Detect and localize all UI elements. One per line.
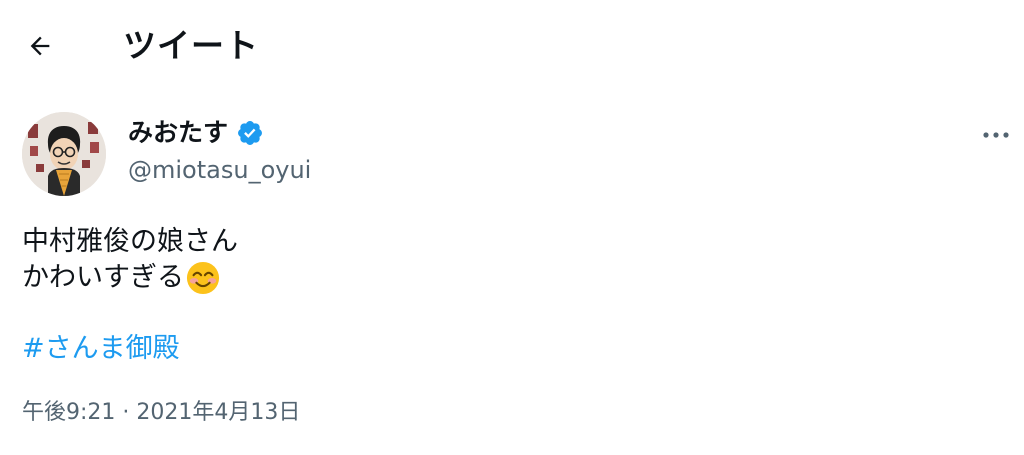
- tweet-date[interactable]: 2021年4月13日: [136, 400, 300, 425]
- tweet-body: 中村雅俊の娘さん かわいすぎる: [22, 224, 238, 296]
- back-button[interactable]: [20, 26, 60, 66]
- more-options-button[interactable]: [976, 118, 1016, 152]
- tweet-header: ツイート: [0, 0, 1024, 90]
- author-display-name[interactable]: みおたす: [128, 115, 228, 151]
- verified-badge-icon: [238, 121, 262, 145]
- hashtag-link[interactable]: #さんま御殿: [22, 330, 180, 368]
- tweet-timestamp: 午後9:21 · 2021年4月13日: [22, 397, 300, 429]
- more-dots-icon: [983, 132, 1009, 138]
- tweet-line: かわいすぎる: [22, 260, 238, 296]
- avatar-illustration: [22, 112, 106, 196]
- tweet-line-text: 中村雅俊の娘さん: [22, 226, 238, 257]
- author-name-row: みおたす: [128, 115, 264, 151]
- smiling-face-emoji: [186, 261, 220, 295]
- page-title: ツイート: [123, 26, 259, 65]
- tweet-line-text: かわいすぎる: [22, 262, 184, 293]
- tweet-time[interactable]: 午後9:21: [22, 400, 115, 425]
- arrow-left-icon: [30, 36, 50, 56]
- tweet-line: 中村雅俊の娘さん: [22, 224, 238, 260]
- avatar[interactable]: [22, 112, 106, 196]
- author-handle[interactable]: @miotasu_oyui: [128, 153, 311, 187]
- timestamp-separator: ·: [122, 400, 130, 425]
